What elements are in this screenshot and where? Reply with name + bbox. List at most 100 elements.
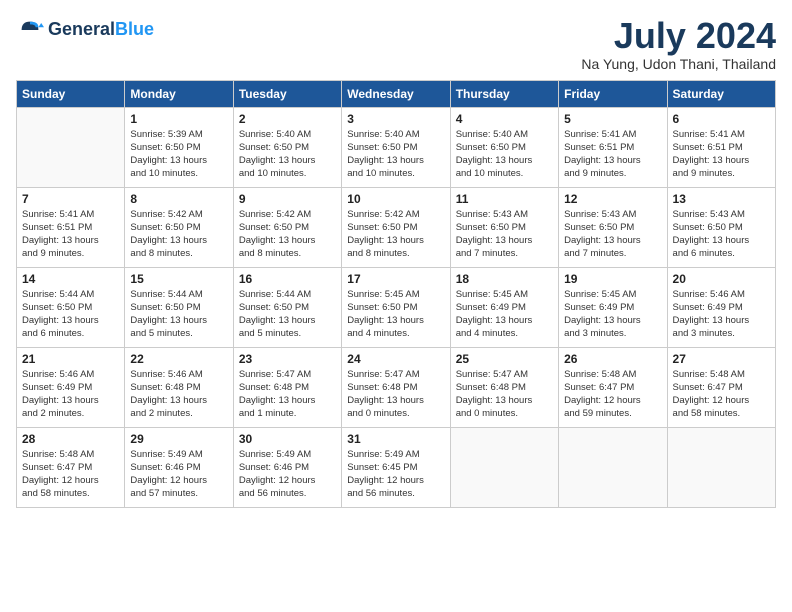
calendar-cell <box>667 427 775 507</box>
calendar-cell: 13 Sunrise: 5:43 AM Sunset: 6:50 PM Dayli… <box>667 187 775 267</box>
calendar-week-row: 21Sunrise: 5:46 AM Sunset: 6:49 PM Dayli… <box>17 347 776 427</box>
weekday-header-monday: Monday <box>125 80 233 107</box>
day-number: 5 <box>564 112 661 126</box>
day-info: Sunrise: 5:49 AM Sunset: 6:46 PM Dayligh… <box>239 448 336 501</box>
calendar-cell: 1 Sunrise: 5:39 AM Sunset: 6:50 PM Daylig… <box>125 107 233 187</box>
logo: GeneralBlue <box>16 16 154 44</box>
weekday-header-thursday: Thursday <box>450 80 558 107</box>
calendar-cell: 16 Sunrise: 5:44 AM Sunset: 6:50 PM Dayli… <box>233 267 341 347</box>
day-number: 1 <box>130 112 227 126</box>
calendar-cell: 12 Sunrise: 5:43 AM Sunset: 6:50 PM Dayli… <box>559 187 667 267</box>
day-info: Sunrise: 5:40 AM Sunset: 6:50 PM Dayligh… <box>456 128 553 181</box>
day-number: 8 <box>130 192 227 206</box>
weekday-header-sunday: Sunday <box>17 80 125 107</box>
day-info: Sunrise: 5:47 AM Sunset: 6:48 PM Dayligh… <box>347 368 444 421</box>
day-number: 24 <box>347 352 444 366</box>
calendar-week-row: 7 Sunrise: 5:41 AM Sunset: 6:51 PM Daylig… <box>17 187 776 267</box>
title-block: July 2024 Na Yung, Udon Thani, Thailand <box>581 16 776 72</box>
day-info: Sunrise: 5:44 AM Sunset: 6:50 PM Dayligh… <box>239 288 336 341</box>
calendar-cell: 30 Sunrise: 5:49 AM Sunset: 6:46 PM Dayli… <box>233 427 341 507</box>
page-header: GeneralBlue July 2024 Na Yung, Udon Than… <box>16 16 776 72</box>
calendar-cell <box>559 427 667 507</box>
day-info: Sunrise: 5:45 AM Sunset: 6:49 PM Dayligh… <box>456 288 553 341</box>
day-info: Sunrise: 5:40 AM Sunset: 6:50 PM Dayligh… <box>239 128 336 181</box>
day-info: Sunrise: 5:41 AM Sunset: 6:51 PM Dayligh… <box>22 208 119 261</box>
day-info: Sunrise: 5:43 AM Sunset: 6:50 PM Dayligh… <box>456 208 553 261</box>
calendar-subtitle: Na Yung, Udon Thani, Thailand <box>581 56 776 72</box>
day-info: Sunrise: 5:48 AM Sunset: 6:47 PM Dayligh… <box>22 448 119 501</box>
calendar-cell: 24 Sunrise: 5:47 AM Sunset: 6:48 PM Dayli… <box>342 347 450 427</box>
weekday-header-row: SundayMondayTuesdayWednesdayThursdayFrid… <box>17 80 776 107</box>
calendar-cell: 21Sunrise: 5:46 AM Sunset: 6:49 PM Dayli… <box>17 347 125 427</box>
calendar-table: SundayMondayTuesdayWednesdayThursdayFrid… <box>16 80 776 508</box>
day-info: Sunrise: 5:43 AM Sunset: 6:50 PM Dayligh… <box>564 208 661 261</box>
calendar-cell <box>17 107 125 187</box>
day-info: Sunrise: 5:46 AM Sunset: 6:49 PM Dayligh… <box>22 368 119 421</box>
day-info: Sunrise: 5:45 AM Sunset: 6:49 PM Dayligh… <box>564 288 661 341</box>
calendar-cell: 19 Sunrise: 5:45 AM Sunset: 6:49 PM Dayli… <box>559 267 667 347</box>
day-number: 13 <box>673 192 770 206</box>
calendar-cell: 7 Sunrise: 5:41 AM Sunset: 6:51 PM Daylig… <box>17 187 125 267</box>
calendar-cell: 9 Sunrise: 5:42 AM Sunset: 6:50 PM Daylig… <box>233 187 341 267</box>
calendar-cell: 3Sunrise: 5:40 AM Sunset: 6:50 PM Daylig… <box>342 107 450 187</box>
day-number: 31 <box>347 432 444 446</box>
day-number: 17 <box>347 272 444 286</box>
calendar-cell: 4 Sunrise: 5:40 AM Sunset: 6:50 PM Daylig… <box>450 107 558 187</box>
calendar-cell: 27 Sunrise: 5:48 AM Sunset: 6:47 PM Dayli… <box>667 347 775 427</box>
day-number: 19 <box>564 272 661 286</box>
day-info: Sunrise: 5:48 AM Sunset: 6:47 PM Dayligh… <box>673 368 770 421</box>
day-info: Sunrise: 5:49 AM Sunset: 6:45 PM Dayligh… <box>347 448 444 501</box>
day-number: 9 <box>239 192 336 206</box>
calendar-cell: 18Sunrise: 5:45 AM Sunset: 6:49 PM Dayli… <box>450 267 558 347</box>
day-info: Sunrise: 5:47 AM Sunset: 6:48 PM Dayligh… <box>239 368 336 421</box>
day-number: 30 <box>239 432 336 446</box>
day-info: Sunrise: 5:47 AM Sunset: 6:48 PM Dayligh… <box>456 368 553 421</box>
day-info: Sunrise: 5:39 AM Sunset: 6:50 PM Dayligh… <box>130 128 227 181</box>
day-number: 2 <box>239 112 336 126</box>
day-number: 20 <box>673 272 770 286</box>
day-number: 22 <box>130 352 227 366</box>
calendar-cell <box>450 427 558 507</box>
day-info: Sunrise: 5:49 AM Sunset: 6:46 PM Dayligh… <box>130 448 227 501</box>
calendar-cell: 10Sunrise: 5:42 AM Sunset: 6:50 PM Dayli… <box>342 187 450 267</box>
calendar-cell: 22 Sunrise: 5:46 AM Sunset: 6:48 PM Dayli… <box>125 347 233 427</box>
weekday-header-tuesday: Tuesday <box>233 80 341 107</box>
day-info: Sunrise: 5:45 AM Sunset: 6:50 PM Dayligh… <box>347 288 444 341</box>
calendar-cell: 2 Sunrise: 5:40 AM Sunset: 6:50 PM Daylig… <box>233 107 341 187</box>
calendar-cell: 28 Sunrise: 5:48 AM Sunset: 6:47 PM Dayli… <box>17 427 125 507</box>
day-number: 26 <box>564 352 661 366</box>
day-number: 4 <box>456 112 553 126</box>
calendar-cell: 5Sunrise: 5:41 AM Sunset: 6:51 PM Daylig… <box>559 107 667 187</box>
day-number: 12 <box>564 192 661 206</box>
day-number: 29 <box>130 432 227 446</box>
day-info: Sunrise: 5:42 AM Sunset: 6:50 PM Dayligh… <box>130 208 227 261</box>
day-info: Sunrise: 5:46 AM Sunset: 6:48 PM Dayligh… <box>130 368 227 421</box>
calendar-week-row: 1 Sunrise: 5:39 AM Sunset: 6:50 PM Daylig… <box>17 107 776 187</box>
day-number: 23 <box>239 352 336 366</box>
calendar-title: July 2024 <box>581 16 776 56</box>
day-number: 14 <box>22 272 119 286</box>
day-info: Sunrise: 5:48 AM Sunset: 6:47 PM Dayligh… <box>564 368 661 421</box>
day-number: 27 <box>673 352 770 366</box>
day-number: 7 <box>22 192 119 206</box>
calendar-cell: 25Sunrise: 5:47 AM Sunset: 6:48 PM Dayli… <box>450 347 558 427</box>
day-number: 11 <box>456 192 553 206</box>
weekday-header-saturday: Saturday <box>667 80 775 107</box>
day-info: Sunrise: 5:40 AM Sunset: 6:50 PM Dayligh… <box>347 128 444 181</box>
day-number: 16 <box>239 272 336 286</box>
day-info: Sunrise: 5:43 AM Sunset: 6:50 PM Dayligh… <box>673 208 770 261</box>
calendar-cell: 17 Sunrise: 5:45 AM Sunset: 6:50 PM Dayli… <box>342 267 450 347</box>
calendar-week-row: 14 Sunrise: 5:44 AM Sunset: 6:50 PM Dayli… <box>17 267 776 347</box>
day-info: Sunrise: 5:44 AM Sunset: 6:50 PM Dayligh… <box>130 288 227 341</box>
calendar-cell: 31 Sunrise: 5:49 AM Sunset: 6:45 PM Dayli… <box>342 427 450 507</box>
logo-text: GeneralBlue <box>48 20 154 40</box>
calendar-cell: 15 Sunrise: 5:44 AM Sunset: 6:50 PM Dayli… <box>125 267 233 347</box>
calendar-cell: 11 Sunrise: 5:43 AM Sunset: 6:50 PM Dayli… <box>450 187 558 267</box>
calendar-cell: 29 Sunrise: 5:49 AM Sunset: 6:46 PM Dayli… <box>125 427 233 507</box>
calendar-cell: 23 Sunrise: 5:47 AM Sunset: 6:48 PM Dayli… <box>233 347 341 427</box>
day-info: Sunrise: 5:42 AM Sunset: 6:50 PM Dayligh… <box>239 208 336 261</box>
day-number: 28 <box>22 432 119 446</box>
weekday-header-wednesday: Wednesday <box>342 80 450 107</box>
calendar-cell: 8 Sunrise: 5:42 AM Sunset: 6:50 PM Daylig… <box>125 187 233 267</box>
day-number: 15 <box>130 272 227 286</box>
